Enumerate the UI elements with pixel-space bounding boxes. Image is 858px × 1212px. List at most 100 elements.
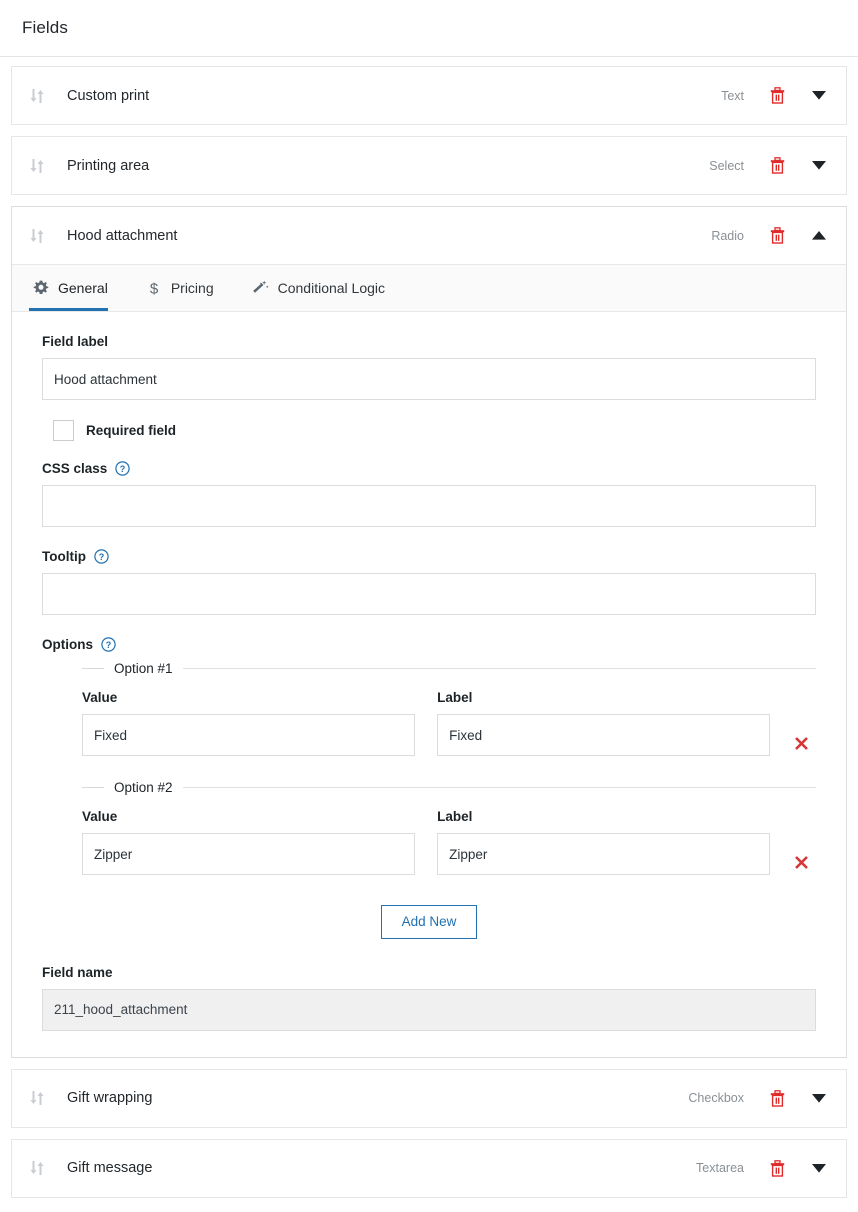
trash-icon[interactable] <box>764 153 790 179</box>
gear-icon <box>33 280 49 296</box>
required-field-checkbox[interactable] <box>53 420 74 441</box>
option-label-input[interactable] <box>437 833 770 875</box>
field-card-gift-wrapping: Gift wrapping Checkbox <box>11 1069 847 1128</box>
svg-text:?: ? <box>99 552 105 562</box>
option-value-input[interactable] <box>82 833 415 875</box>
chevron-down-icon[interactable] <box>806 1155 832 1181</box>
option-legend: Option #1 <box>82 661 816 676</box>
field-title: Printing area <box>67 158 709 174</box>
tab-label: General <box>58 280 108 296</box>
sort-handle-icon[interactable] <box>29 1159 55 1177</box>
field-label-input[interactable] <box>42 358 816 400</box>
tooltip-label: Tooltip ? <box>42 549 816 564</box>
option-value-input[interactable] <box>82 714 415 756</box>
help-circle-icon[interactable]: ? <box>94 549 109 564</box>
field-card-printing-area: Printing area Select <box>11 136 847 195</box>
tab-label: Pricing <box>171 280 214 296</box>
option-label-col: Label <box>437 690 770 756</box>
tab-general[interactable]: General <box>29 265 122 311</box>
required-field-label: Required field <box>86 423 176 438</box>
field-title: Gift message <box>67 1160 696 1176</box>
option-legend-text: Option #2 <box>104 780 183 795</box>
option-label-label: Label <box>437 809 770 824</box>
option-value-label: Value <box>82 690 415 705</box>
sort-handle-icon[interactable] <box>29 157 55 175</box>
option-label-input[interactable] <box>437 714 770 756</box>
close-x-icon[interactable] <box>787 841 816 883</box>
label-text: Options <box>42 637 93 652</box>
tooltip-input[interactable] <box>42 573 816 615</box>
field-row[interactable]: Custom print Text <box>12 67 846 124</box>
sort-handle-icon[interactable] <box>29 1089 55 1107</box>
legend-rule <box>183 787 816 788</box>
field-name-input[interactable] <box>42 989 816 1031</box>
legend-rule <box>82 668 104 669</box>
field-type-badge: Checkbox <box>688 1091 744 1105</box>
svg-text:$: $ <box>150 280 159 297</box>
panel-header: Fields <box>0 0 858 57</box>
field-row[interactable]: Gift wrapping Checkbox <box>12 1070 846 1127</box>
field-row[interactable]: Gift message Textarea <box>12 1140 846 1197</box>
chevron-down-icon[interactable] <box>806 153 832 179</box>
trash-icon[interactable] <box>764 1085 790 1111</box>
options-label: Options ? <box>42 637 816 652</box>
option-value-label: Value <box>82 809 415 824</box>
magic-wand-icon <box>252 280 269 296</box>
field-label-label: Field label <box>42 334 816 349</box>
legend-rule <box>82 787 104 788</box>
chevron-up-icon[interactable] <box>806 223 832 249</box>
field-title: Hood attachment <box>67 228 711 244</box>
help-circle-icon[interactable]: ? <box>101 637 116 652</box>
field-type-badge: Textarea <box>696 1161 744 1175</box>
option-group: Option #2 Value Label <box>82 780 816 883</box>
option-fields: Value Label <box>82 690 816 764</box>
sort-handle-icon[interactable] <box>29 227 55 245</box>
add-new-option-button[interactable]: Add New <box>381 905 478 939</box>
chevron-down-icon[interactable] <box>806 83 832 109</box>
fields-panel: Fields Custom print Text <box>0 0 858 1198</box>
legend-rule <box>183 668 816 669</box>
tab-label: Conditional Logic <box>278 280 385 296</box>
trash-icon[interactable] <box>764 223 790 249</box>
option-legend-text: Option #1 <box>104 661 183 676</box>
add-new-row: Add New <box>42 905 816 939</box>
label-text: Field label <box>42 334 108 349</box>
general-tab-panel: Field label Required field CSS class ? <box>12 312 846 1057</box>
field-title: Gift wrapping <box>67 1090 688 1106</box>
chevron-down-icon[interactable] <box>806 1085 832 1111</box>
options-block: Options ? Option #1 <box>42 637 816 939</box>
tab-pricing[interactable]: $ Pricing <box>142 265 228 311</box>
option-label-label: Label <box>437 690 770 705</box>
trash-icon[interactable] <box>764 83 790 109</box>
editor-tabs: General $ Pricing <box>12 264 846 312</box>
field-name-block: Field name <box>42 965 816 1031</box>
label-text: Tooltip <box>42 549 86 564</box>
field-type-badge: Text <box>721 89 744 103</box>
option-label-col: Label <box>437 809 770 875</box>
css-class-label: CSS class ? <box>42 461 816 476</box>
label-text: CSS class <box>42 461 107 476</box>
field-row[interactable]: Hood attachment Radio <box>12 207 846 264</box>
required-field-row: Required field <box>53 420 816 441</box>
field-type-badge: Select <box>709 159 744 173</box>
trash-icon[interactable] <box>764 1155 790 1181</box>
field-row[interactable]: Printing area Select <box>12 137 846 194</box>
field-name-label: Field name <box>42 965 816 980</box>
tab-conditional-logic[interactable]: Conditional Logic <box>248 265 399 311</box>
dollar-icon: $ <box>146 280 162 297</box>
field-type-badge: Radio <box>711 229 744 243</box>
field-title: Custom print <box>67 88 721 104</box>
page-title: Fields <box>22 18 68 38</box>
fields-list: Custom print Text <box>0 57 858 1198</box>
svg-text:?: ? <box>106 640 112 650</box>
close-x-icon[interactable] <box>787 722 816 764</box>
field-card-custom-print: Custom print Text <box>11 66 847 125</box>
option-value-col: Value <box>82 690 415 756</box>
field-card-gift-message: Gift message Textarea <box>11 1139 847 1198</box>
sort-handle-icon[interactable] <box>29 87 55 105</box>
option-group: Option #1 Value Label <box>82 661 816 764</box>
option-fields: Value Label <box>82 809 816 883</box>
help-circle-icon[interactable]: ? <box>115 461 130 476</box>
css-class-input[interactable] <box>42 485 816 527</box>
field-card-hood-attachment: Hood attachment Radio <box>11 206 847 1058</box>
